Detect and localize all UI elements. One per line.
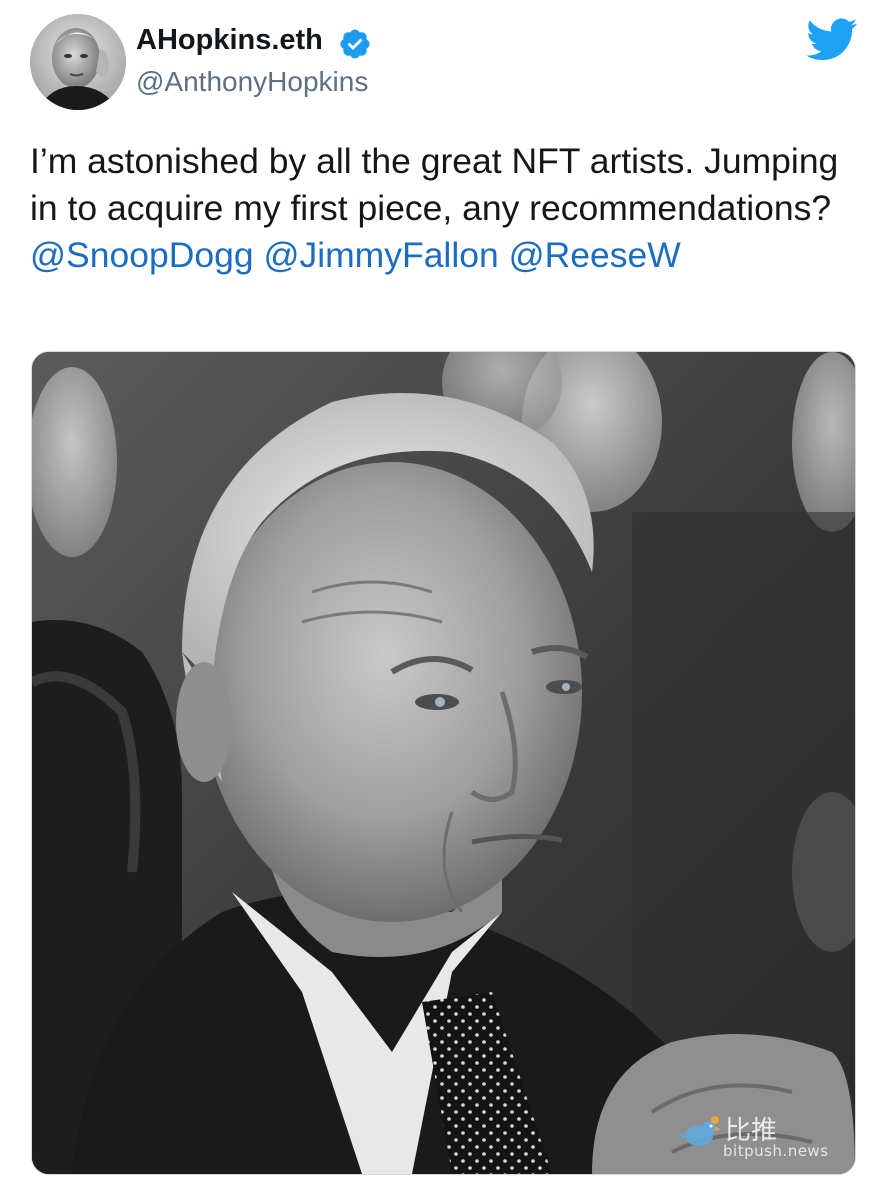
verified-badge-icon	[340, 29, 370, 59]
mention-link-jimmyfallon[interactable]: @JimmyFallon	[263, 235, 498, 275]
watermark: 比推 bitpush.news	[679, 1110, 839, 1162]
avatar-photo	[30, 14, 126, 110]
tweet-text-body: I’m astonished by all the great NFT arti…	[30, 141, 839, 228]
display-name[interactable]: AHopkins.eth	[136, 24, 323, 57]
twitter-bird-icon[interactable]	[806, 18, 858, 62]
text-space	[254, 235, 264, 275]
user-handle[interactable]: @AnthonyHopkins	[136, 66, 368, 98]
tweet-text: I’m astonished by all the great NFT arti…	[30, 138, 850, 279]
watermark-bird-icon	[679, 1116, 721, 1146]
tweet-media-photo[interactable]: 比推 bitpush.news	[31, 351, 856, 1175]
avatar[interactable]	[30, 14, 126, 110]
tweet-card: AHopkins.eth @AnthonyHopkins I’m astonis…	[0, 0, 888, 1192]
watermark-latin: bitpush.news	[723, 1142, 829, 1160]
text-space	[499, 235, 509, 275]
mention-link-snoopdogg[interactable]: @SnoopDogg	[30, 235, 254, 275]
attached-photo	[32, 352, 855, 1174]
mention-link-reesew[interactable]: @ReeseW	[509, 235, 681, 275]
